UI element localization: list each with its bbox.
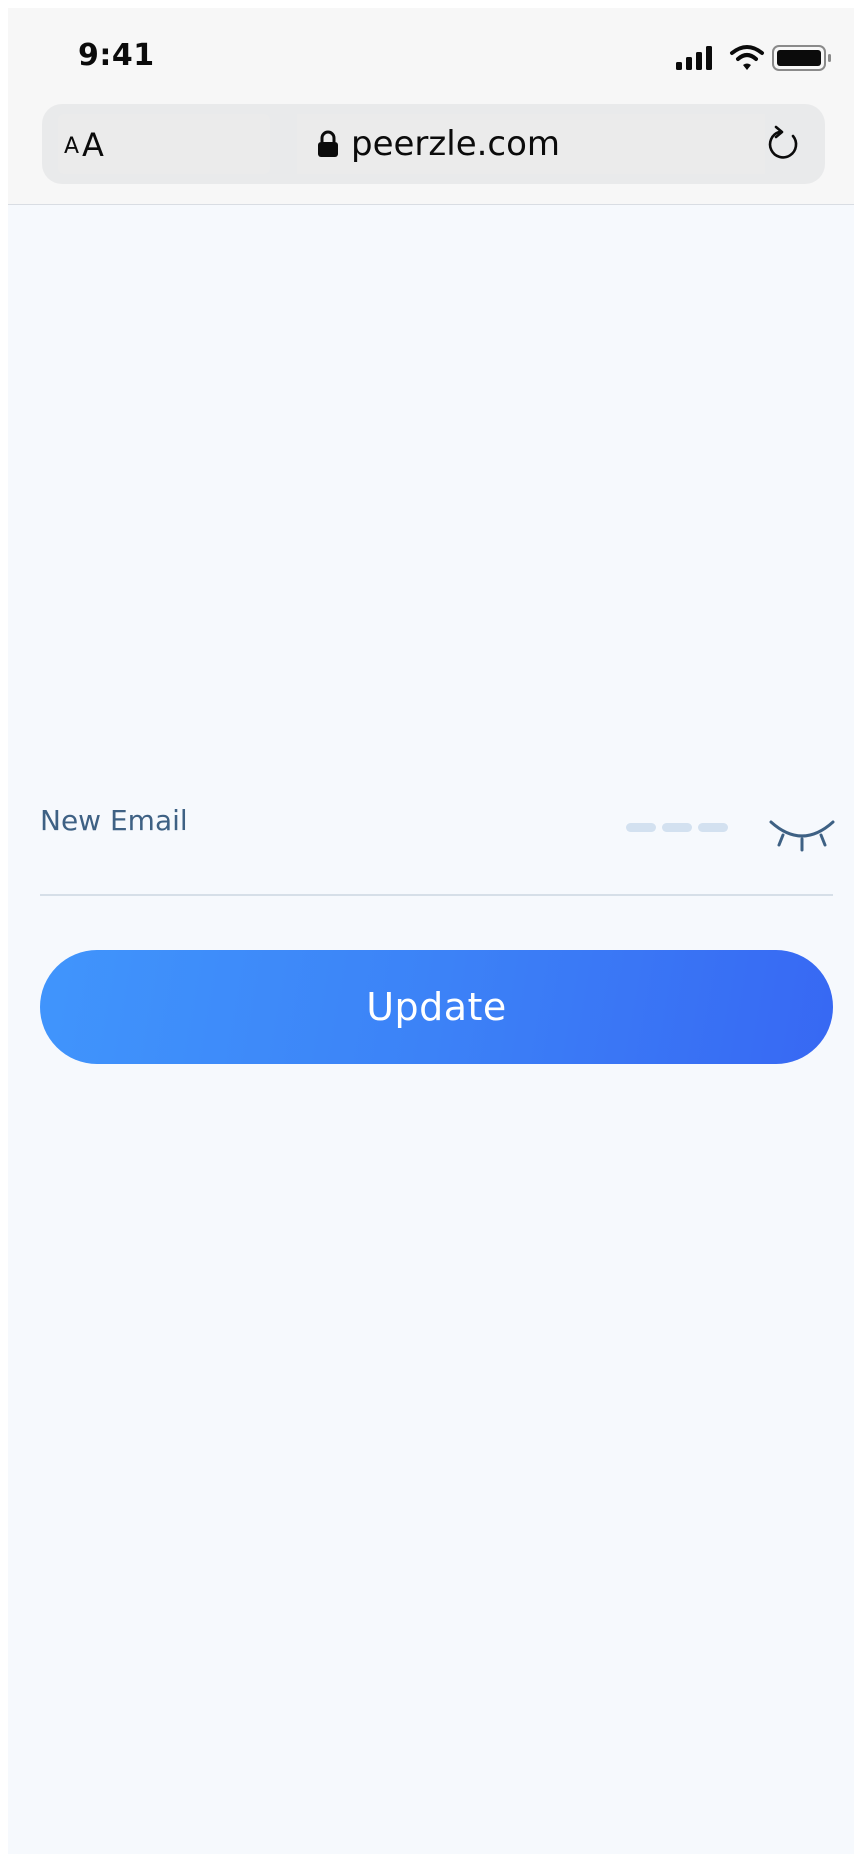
reload-icon[interactable] (763, 124, 803, 164)
url-field[interactable]: peerzle.com (297, 114, 575, 174)
address-bar[interactable]: A A peerzle.com (42, 104, 825, 184)
text-size-button[interactable]: A A (58, 114, 270, 174)
update-button[interactable]: Update (40, 950, 833, 1064)
battery-icon (772, 45, 831, 71)
mask-dash (698, 823, 728, 832)
masked-value-placeholder (626, 823, 730, 833)
email-field-underline (40, 894, 833, 896)
signal-icon (676, 46, 712, 70)
mask-dash (662, 823, 692, 832)
status-icons (676, 45, 831, 71)
mask-dash (626, 823, 656, 832)
browser-chrome: 9:41 A A peerzle.com (8, 8, 854, 205)
eye-closed-icon[interactable] (768, 816, 836, 854)
phone-screen: 9:41 A A peerzle.com New Email Update (8, 8, 854, 1854)
lock-icon (318, 130, 338, 157)
url-field-trailing (575, 114, 765, 174)
text-size-small-glyph: A (64, 134, 80, 159)
new-email-input[interactable] (40, 798, 604, 850)
wifi-icon (730, 45, 764, 70)
text-size-large-glyph: A (82, 126, 104, 164)
status-time: 9:41 (78, 38, 155, 73)
url-text: peerzle.com (351, 124, 561, 164)
